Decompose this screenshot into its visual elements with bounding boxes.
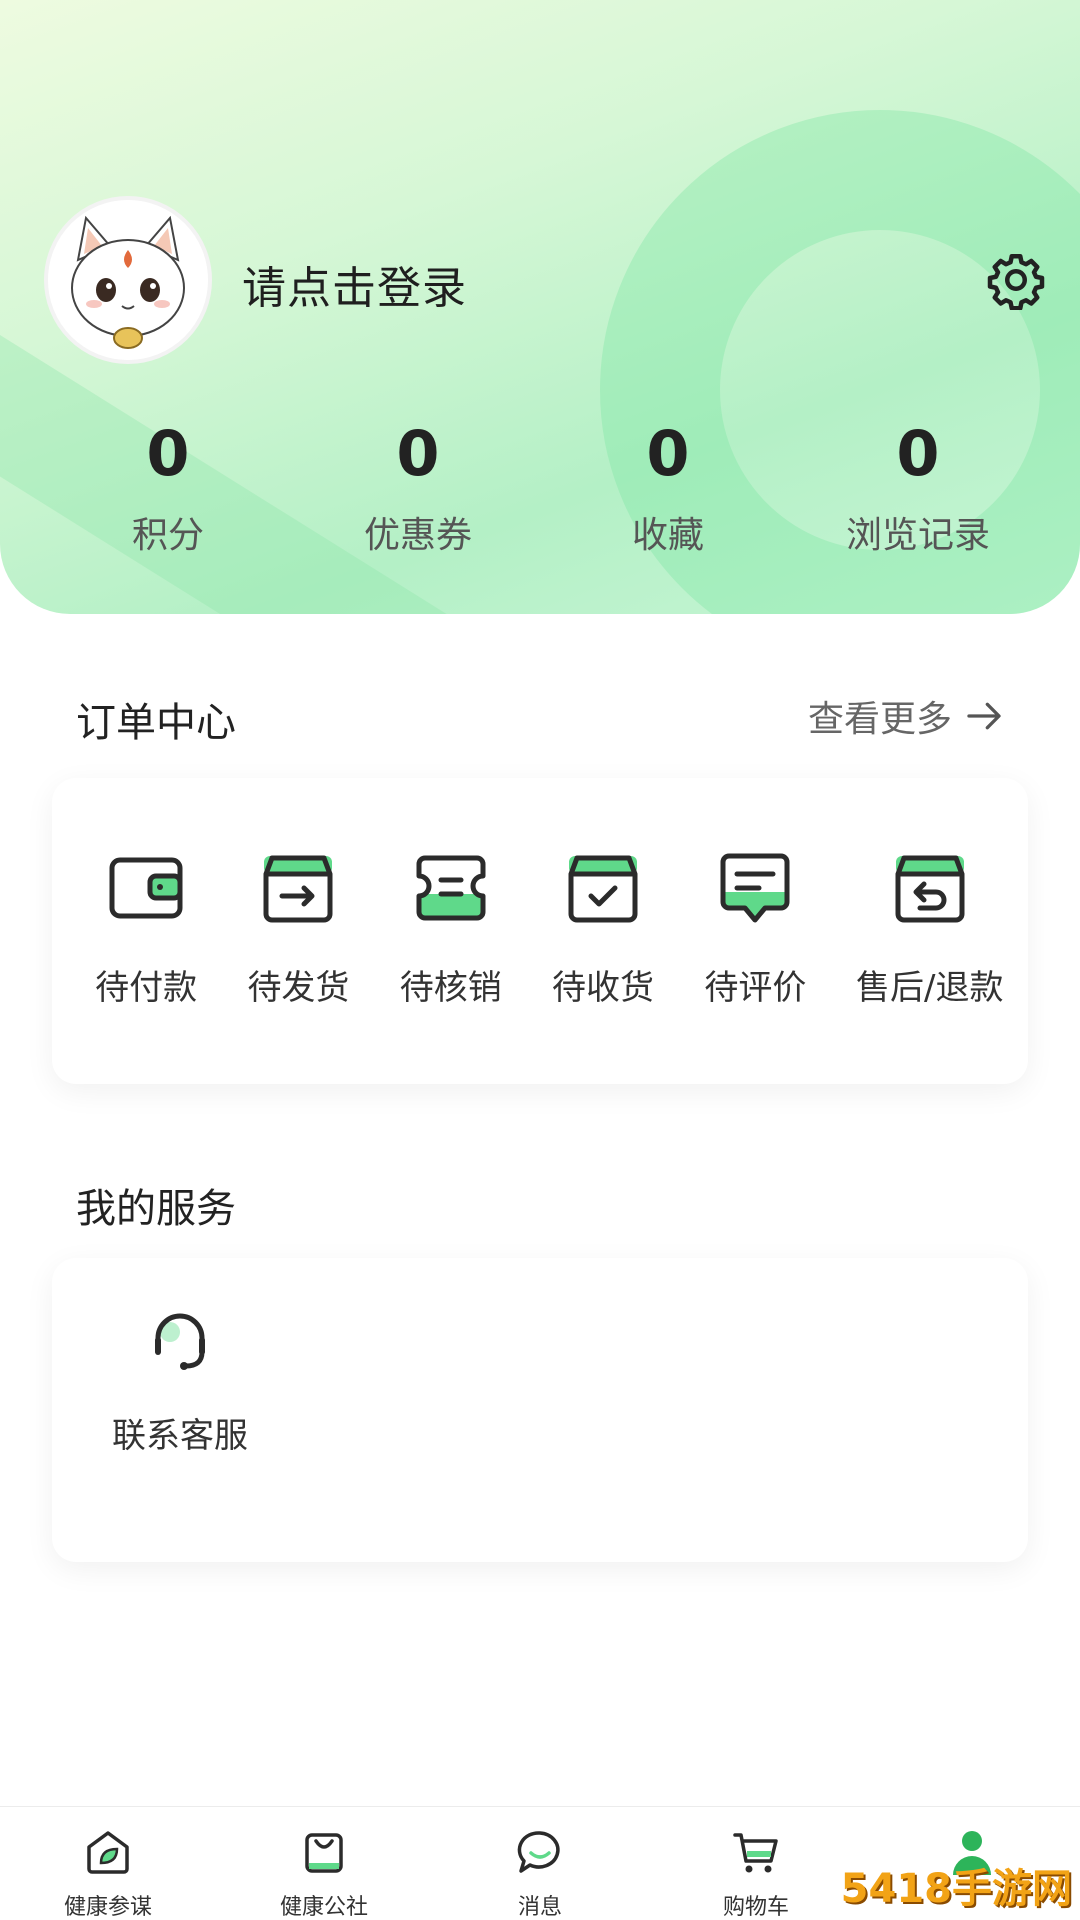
order-label: 售后/退款 <box>856 968 1004 1008</box>
tab-label: 购物车 <box>722 1895 789 1920</box>
service-label: 联系客服 <box>112 1416 248 1456</box>
cart-icon <box>733 1833 778 1873</box>
order-pending-shipment[interactable]: 待发货 <box>222 778 374 1084</box>
stat-label: 浏览记录 <box>845 515 990 556</box>
box-return-icon <box>895 855 965 923</box>
order-label: 待核销 <box>399 968 502 1008</box>
login-prompt[interactable]: 请点击登录 <box>242 252 467 316</box>
stat-favorites[interactable]: 0 收藏 <box>543 412 793 558</box>
shopping-bag-icon <box>305 1833 343 1873</box>
wallet-icon <box>109 857 183 919</box>
stat-label: 积分 <box>131 515 204 556</box>
order-center-title: 订单中心 <box>76 700 236 746</box>
order-center-card: 待付款 待发货 待核销 待收货 待评价 售后/退款 <box>52 778 1028 1084</box>
box-arrow-icon <box>263 855 333 923</box>
ticket-icon <box>416 855 486 921</box>
view-more-link[interactable]: 查看更多 <box>808 690 1004 742</box>
order-pending-receipt[interactable]: 待收货 <box>527 778 679 1084</box>
tab-messages[interactable]: 消息 <box>432 1807 648 1920</box>
stat-value: 0 <box>146 417 190 490</box>
my-services-card: 联系客服 <box>52 1258 1028 1562</box>
cartoon-cat-avatar-icon <box>48 200 208 360</box>
contact-customer-service[interactable]: 联系客服 <box>100 1306 260 1457</box>
stat-history[interactable]: 0 浏览记录 <box>793 412 1043 558</box>
settings-button[interactable] <box>986 250 1046 311</box>
order-pending-review[interactable]: 待评价 <box>679 778 831 1084</box>
tab-label: 健康公社 <box>279 1895 368 1920</box>
order-label: 待付款 <box>95 968 198 1008</box>
stat-value: 0 <box>896 417 940 490</box>
stat-label: 收藏 <box>631 515 704 556</box>
stats-row: 0 积分 0 优惠券 0 收藏 0 浏览记录 <box>0 412 1080 558</box>
order-label: 待发货 <box>247 968 350 1008</box>
order-pending-payment[interactable]: 待付款 <box>70 778 222 1084</box>
avatar[interactable] <box>44 196 212 364</box>
tab-label: 健康参谋 <box>63 1895 152 1920</box>
gear-icon <box>987 254 1045 311</box>
stat-coupons[interactable]: 0 优惠券 <box>293 412 543 558</box>
tab-label: 消息 <box>517 1895 562 1920</box>
tab-cart[interactable]: 购物车 <box>648 1807 864 1920</box>
stat-value: 0 <box>646 417 690 490</box>
stat-points[interactable]: 0 积分 <box>43 412 293 558</box>
order-label: 待评价 <box>704 968 807 1008</box>
profile-header: 请点击登录 0 积分 0 优惠券 0 收藏 0 浏览记录 <box>0 0 1080 614</box>
view-more-label: 查看更多 <box>807 699 952 740</box>
box-check-icon <box>568 855 638 923</box>
chat-bubble-icon <box>517 1831 560 1873</box>
tab-health-advisor[interactable]: 健康参谋 <box>0 1807 216 1920</box>
home-leaf-icon <box>87 1831 129 1874</box>
tab-health-community[interactable]: 健康公社 <box>216 1807 432 1920</box>
order-after-sales[interactable]: 售后/退款 <box>831 778 1028 1084</box>
arrow-right-icon <box>967 702 1001 730</box>
stat-value: 0 <box>396 417 440 490</box>
stat-label: 优惠券 <box>363 515 472 556</box>
order-pending-verification[interactable]: 待核销 <box>375 778 527 1084</box>
headset-icon <box>155 1313 205 1370</box>
order-label: 待收货 <box>552 968 655 1008</box>
watermark: 5418手游网 <box>840 1866 1072 1912</box>
my-services-title: 我的服务 <box>76 1186 236 1232</box>
comment-icon <box>720 853 790 923</box>
